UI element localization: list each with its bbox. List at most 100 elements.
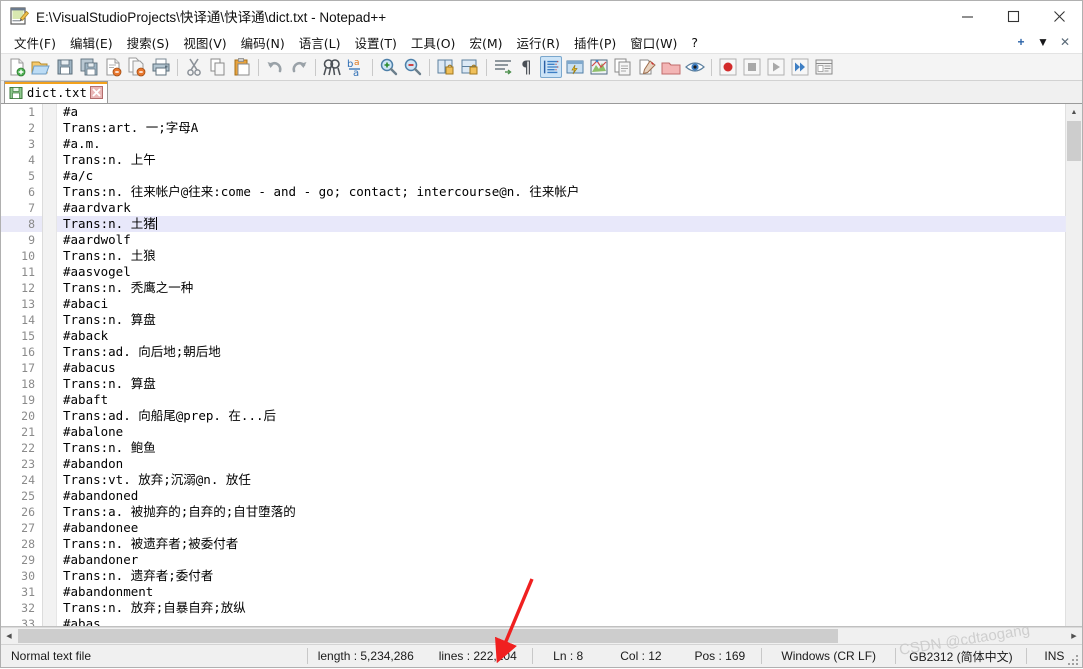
show-all-chars-icon[interactable]: ¶ (516, 56, 538, 78)
code-line[interactable]: #abaft (63, 392, 1065, 408)
print-icon[interactable] (150, 56, 172, 78)
code-line[interactable]: Trans:n. 被遗弃者;被委付者 (63, 536, 1065, 552)
code-line[interactable]: #abandoned (63, 488, 1065, 504)
chevron-down-icon[interactable]: ▼ (1032, 35, 1054, 49)
code-text-area[interactable]: #a Trans:art. 一;字母A #a.m. Trans:n. 上午 #a/c Tr… (57, 104, 1065, 626)
user-defined-dialog-icon[interactable] (564, 56, 586, 78)
function-list-icon[interactable] (612, 56, 634, 78)
code-line[interactable]: #aback (63, 328, 1065, 344)
menu-settings[interactable]: 设置(T) (347, 31, 403, 54)
vertical-scroll-thumb[interactable] (1067, 121, 1081, 161)
scroll-up-button[interactable]: ▲ (1066, 104, 1082, 120)
folder-as-workspace-icon[interactable] (636, 56, 658, 78)
code-line[interactable]: #abandonment (63, 584, 1065, 600)
open-file-icon[interactable] (30, 56, 52, 78)
code-line[interactable]: Trans:n. 土猪 (63, 216, 1065, 232)
replace-icon[interactable]: b a a (345, 56, 367, 79)
close-doc-icon[interactable]: ✕ (1054, 35, 1076, 49)
save-macro-icon[interactable] (813, 56, 835, 78)
maximize-button[interactable] (990, 1, 1036, 31)
menu-encoding[interactable]: 编码(N) (234, 31, 292, 54)
copy-icon[interactable] (207, 56, 229, 78)
line-number: 8 (28, 217, 35, 231)
sync-horizontal-icon[interactable] (459, 56, 481, 78)
menu-macro[interactable]: 宏(M) (462, 31, 509, 54)
code-line[interactable]: Trans:art. 一;字母A (63, 120, 1065, 136)
code-line[interactable]: #abas (63, 616, 1065, 626)
code-line[interactable]: Trans:n. 秃鹰之一种 (63, 280, 1065, 296)
code-line[interactable]: Trans:n. 上午 (63, 152, 1065, 168)
minimize-button[interactable] (944, 1, 990, 31)
code-line[interactable]: #a.m. (63, 136, 1065, 152)
code-line[interactable]: Trans:n. 遗弃者;委付者 (63, 568, 1065, 584)
record-macro-icon[interactable] (717, 56, 739, 78)
code-line[interactable]: Trans:n. 鲍鱼 (63, 440, 1065, 456)
scroll-left-button[interactable]: ◀ (1, 629, 17, 644)
horizontal-scrollbar[interactable]: ◀ ▶ (1, 627, 1082, 644)
menu-run[interactable]: 运行(R) (509, 31, 566, 54)
vertical-scrollbar[interactable]: ▲ (1065, 104, 1082, 626)
code-line[interactable]: Trans:n. 算盘 (63, 312, 1065, 328)
code-line[interactable]: Trans:n. 土狼 (63, 248, 1065, 264)
find-icon[interactable] (321, 56, 343, 78)
status-doc-type: Normal text file (11, 649, 92, 663)
menu-help[interactable]: ? (684, 33, 705, 52)
doc-map-icon[interactable] (588, 56, 610, 78)
code-line[interactable]: #aardvark (63, 200, 1065, 216)
code-line[interactable]: #abacus (63, 360, 1065, 376)
monitoring-icon[interactable] (684, 56, 706, 78)
window-controls (944, 1, 1082, 31)
code-line[interactable]: Trans:a. 被抛弃的;自弃的;自甘堕落的 (63, 504, 1065, 520)
code-line[interactable]: #abandonee (63, 520, 1065, 536)
menu-file[interactable]: 文件(F) (7, 31, 63, 54)
code-line[interactable]: #a/c (63, 168, 1065, 184)
code-line[interactable]: Trans:ad. 向船尾@prep. 在...后 (63, 408, 1065, 424)
zoom-in-icon[interactable] (378, 56, 400, 78)
code-line[interactable]: #abalone (63, 424, 1065, 440)
code-line[interactable]: #aasvogel (63, 264, 1065, 280)
sync-vertical-icon[interactable] (435, 56, 457, 78)
menu-tools[interactable]: 工具(O) (404, 31, 463, 54)
menu-language[interactable]: 语言(L) (292, 31, 348, 54)
menu-window[interactable]: 窗口(W) (623, 31, 684, 54)
code-line[interactable]: Trans:n. 算盘 (63, 376, 1065, 392)
undo-icon[interactable] (264, 56, 286, 78)
monitoring-folder-icon[interactable] (660, 56, 682, 78)
code-line[interactable]: #abaci (63, 296, 1065, 312)
menu-edit[interactable]: 编辑(E) (63, 31, 120, 54)
cut-icon[interactable] (183, 56, 205, 78)
close-button[interactable] (1036, 1, 1082, 31)
code-line[interactable]: #a (63, 104, 1065, 120)
code-line[interactable]: Trans:n. 放弃;自暴自弃;放纵 (63, 600, 1065, 616)
code-line[interactable]: #abandon (63, 456, 1065, 472)
horizontal-scroll-thumb[interactable] (18, 629, 838, 643)
menu-view[interactable]: 视图(V) (176, 31, 233, 54)
new-tab-plus-icon[interactable]: + (1010, 35, 1032, 49)
redo-icon[interactable] (288, 56, 310, 78)
code-line[interactable]: #aardwolf (63, 232, 1065, 248)
zoom-out-icon[interactable] (402, 56, 424, 78)
indent-guide-icon[interactable] (540, 56, 562, 78)
fold-margin[interactable] (43, 104, 57, 626)
close-file-icon[interactable] (102, 56, 124, 78)
run-multiple-icon[interactable] (789, 56, 811, 78)
word-wrap-icon[interactable] (492, 56, 514, 78)
menu-plugins[interactable]: 插件(P) (567, 31, 623, 54)
play-macro-icon[interactable] (765, 56, 787, 78)
editor-area: 1 2 3 4 5 6 7 8 9 10 11 12 13 14 15 16 17 18 19 20 21 22 23 24 2… (1, 104, 1082, 627)
code-line[interactable]: Trans:n. 往来帐户@往来:come - and - go; contac… (63, 184, 1065, 200)
code-line[interactable]: Trans:ad. 向后地;朝后地 (63, 344, 1065, 360)
save-all-icon[interactable] (78, 56, 100, 78)
save-icon[interactable] (54, 56, 76, 78)
code-line[interactable]: #abandoner (63, 552, 1065, 568)
close-all-icon[interactable] (126, 56, 148, 78)
code-line[interactable]: Trans:vt. 放弃;沉溺@n. 放任 (63, 472, 1065, 488)
menu-search[interactable]: 搜索(S) (120, 31, 177, 54)
paste-icon[interactable] (231, 56, 253, 78)
stop-record-icon[interactable] (741, 56, 763, 78)
resize-grip[interactable] (1068, 653, 1080, 665)
new-file-icon[interactable] (6, 56, 28, 78)
tab-close-icon[interactable] (90, 86, 104, 99)
tab-dict-txt[interactable]: dict.txt (4, 81, 109, 103)
scroll-right-button[interactable]: ▶ (1066, 629, 1082, 644)
